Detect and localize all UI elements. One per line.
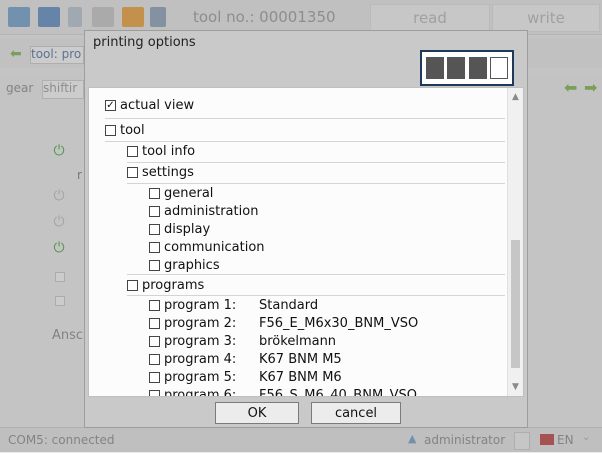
print-sections-list[interactable]: ✓ actual view tool tool info settings gen… [88, 87, 524, 397]
program-name: brökelmann [259, 334, 337, 349]
program-label: program 1: [164, 298, 237, 313]
list-item[interactable]: administration [149, 202, 258, 221]
program-item[interactable]: program 4: K67 BNM M5 [149, 350, 342, 369]
divider [105, 118, 505, 119]
item-label: general [164, 186, 214, 201]
program-item[interactable]: program 6: F56_S_M6_40_BNM_VSO [149, 386, 417, 397]
dialog-title: printing options [93, 35, 196, 50]
list-item[interactable]: settings [127, 163, 194, 182]
divider [127, 274, 505, 275]
program-label: program 6: [164, 388, 237, 397]
program-label: program 2: [164, 316, 237, 331]
list-item[interactable]: tool info [127, 142, 195, 161]
checkbox[interactable]: ✓ [105, 100, 116, 111]
scrollbar[interactable]: ▲ ▼ [507, 88, 523, 396]
checkbox[interactable] [149, 354, 160, 365]
item-label: communication [164, 240, 265, 255]
program-name: K67 BNM M6 [259, 370, 342, 385]
checkbox[interactable] [127, 146, 138, 157]
program-item[interactable]: program 2: F56_E_M6x30_BNM_VSO [149, 314, 418, 333]
checkbox[interactable] [149, 336, 160, 347]
program-name: Standard [259, 298, 319, 313]
checkbox[interactable] [149, 318, 160, 329]
program-label: program 3: [164, 334, 237, 349]
cancel-button[interactable]: cancel [311, 402, 401, 424]
item-label: administration [164, 204, 259, 219]
layout-selector [420, 50, 514, 86]
item-label: settings [142, 165, 194, 180]
item-label: tool info [142, 144, 196, 159]
list-item[interactable]: tool [105, 121, 145, 140]
checkbox[interactable] [127, 167, 138, 178]
list-item[interactable]: programs [127, 276, 204, 295]
printing-options-dialog: printing options ✓ actual view tool tool … [84, 30, 528, 428]
layout-quad-icon[interactable] [469, 57, 487, 79]
program-name: F56_S_M6_40_BNM_VSO [259, 388, 418, 397]
checkbox[interactable] [149, 372, 160, 383]
program-item[interactable]: program 1: Standard [149, 296, 318, 315]
scroll-down-icon[interactable]: ▼ [508, 380, 523, 394]
program-name: F56_E_M6x30_BNM_VSO [259, 316, 419, 331]
checkbox[interactable] [149, 242, 160, 253]
item-label: programs [142, 278, 205, 293]
list-item[interactable]: ✓ actual view [105, 96, 194, 115]
list-item[interactable]: communication [149, 238, 265, 257]
checkbox[interactable] [149, 300, 160, 311]
scroll-thumb[interactable] [511, 240, 520, 368]
item-label: tool [120, 123, 145, 138]
item-label: display [164, 222, 211, 237]
program-label: program 4: [164, 352, 237, 367]
list-item[interactable]: graphics [149, 256, 220, 275]
layout-list-icon[interactable] [490, 57, 508, 79]
checkbox[interactable] [149, 206, 160, 217]
program-label: program 5: [164, 370, 237, 385]
item-label: actual view [120, 98, 195, 113]
list-item[interactable]: general [149, 184, 213, 203]
list-item[interactable]: display [149, 220, 210, 239]
program-item[interactable]: program 5: K67 BNM M6 [149, 368, 342, 387]
checkbox[interactable] [149, 188, 160, 199]
checkbox[interactable] [149, 260, 160, 271]
checkbox[interactable] [149, 390, 160, 396]
program-item[interactable]: program 3: brökelmann [149, 332, 336, 351]
checkbox[interactable] [127, 280, 138, 291]
layout-single-icon[interactable] [426, 57, 444, 79]
ok-button[interactable]: OK [215, 402, 299, 424]
scroll-up-icon[interactable]: ▲ [508, 90, 523, 104]
item-label: graphics [164, 258, 220, 273]
checkbox[interactable] [105, 125, 116, 136]
checkbox[interactable] [149, 224, 160, 235]
program-name: K67 BNM M5 [259, 352, 342, 367]
layout-split-horizontal-icon[interactable] [447, 57, 465, 79]
